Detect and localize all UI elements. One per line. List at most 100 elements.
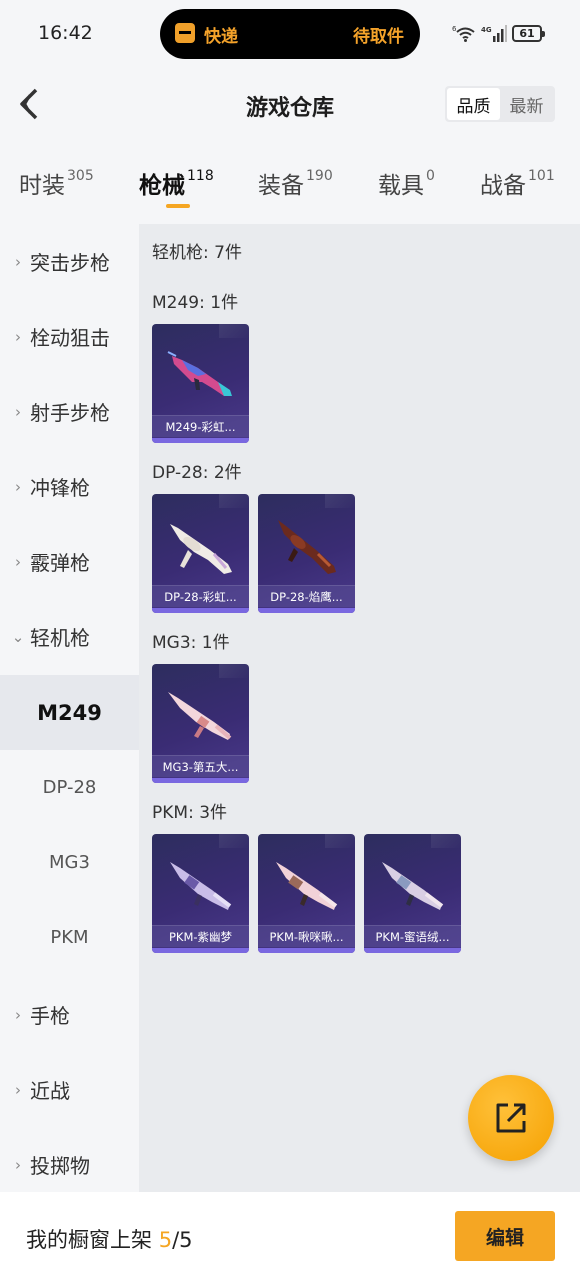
- sidebar-subitem-pkm[interactable]: PKM: [0, 900, 139, 975]
- sidebar-item-label: 投掷物: [30, 1154, 90, 1178]
- dp28-falcon-skin-image: [278, 520, 336, 574]
- group-title: M249: 1件: [152, 293, 239, 313]
- item-name: PKM-啾咪啾...: [258, 925, 355, 947]
- dp28-rainbow-skin-image: [170, 524, 232, 574]
- tab-equipment[interactable]: 装备 190: [258, 166, 333, 200]
- sidebar-item-marksman-rifle[interactable]: › 射手步枪: [0, 374, 139, 449]
- item-card[interactable]: DP-28-彩虹...: [152, 494, 249, 613]
- sidebar-item-smg[interactable]: › 冲锋枪: [0, 449, 139, 524]
- battery-level: 61: [519, 26, 535, 40]
- item-name: PKM-蜜语绒...: [364, 925, 461, 947]
- sidebar-item-label: 手枪: [30, 1004, 70, 1028]
- item-card[interactable]: PKM-啾咪啾...: [258, 834, 355, 953]
- item-name: DP-28-彩虹...: [152, 585, 249, 607]
- edit-button[interactable]: 编辑: [455, 1211, 555, 1261]
- bottom-bar: 我的橱窗上架 5/5 编辑: [0, 1192, 580, 1280]
- chevron-right-icon: ›: [15, 552, 21, 571]
- pkm-purple-skin-image: [170, 862, 232, 910]
- tab-count: 0: [426, 168, 435, 184]
- pkm-sweet-skin-image: [382, 862, 444, 910]
- sidebar-subitem-m249[interactable]: M249: [0, 675, 139, 750]
- share-external-icon: [496, 1103, 526, 1133]
- sidebar-item-label: 冲锋枪: [30, 476, 90, 500]
- showcase-count: 我的橱窗上架 5/5: [26, 1224, 193, 1254]
- tab-label: 枪械: [139, 173, 185, 199]
- m249-rainbow-skin-image: [167, 351, 232, 396]
- network-label: 4G: [481, 26, 492, 34]
- system-icons: 6 4G 61: [452, 20, 545, 46]
- status-bar: 16:42 快递 待取件 6 4G 61: [0, 0, 580, 66]
- sidebar-subitem-mg3[interactable]: MG3: [0, 825, 139, 900]
- sidebar-item-label: 霰弹枪: [30, 551, 90, 575]
- sidebar-item-pistol[interactable]: › 手枪: [0, 977, 139, 1052]
- item-name: MG3-第五大...: [152, 755, 249, 777]
- pkm-pink-skin-image: [276, 862, 338, 910]
- group-title: MG3: 1件: [152, 633, 230, 653]
- category-tabs: 时装 305 枪械 118 装备 190 载具 0 战备 101: [0, 150, 580, 222]
- item-card[interactable]: M249-彩虹...: [152, 324, 249, 443]
- sort-newest-button[interactable]: 最新: [500, 88, 553, 120]
- status-time: 16:42: [38, 22, 93, 44]
- sidebar-item-label: 突击步枪: [30, 251, 110, 275]
- package-icon: [175, 23, 195, 43]
- chevron-right-icon: ›: [15, 1080, 21, 1099]
- sort-toggle: 品质 最新: [445, 86, 555, 122]
- item-card[interactable]: PKM-紫幽梦: [152, 834, 249, 953]
- tab-firearms[interactable]: 枪械 118: [139, 166, 214, 200]
- item-card[interactable]: DP-28-焰鹰...: [258, 494, 355, 613]
- tab-fashion[interactable]: 时装 305: [19, 166, 94, 200]
- showcase-current: 5: [158, 1228, 173, 1252]
- item-name: DP-28-焰鹰...: [258, 585, 355, 607]
- wifi-badge: 6: [452, 25, 457, 33]
- island-courier-label: 快递: [204, 27, 238, 47]
- category-summary: 轻机枪: 7件: [152, 243, 242, 263]
- tab-label: 装备: [258, 173, 304, 199]
- showcase-label: 我的橱窗上架: [26, 1228, 152, 1252]
- sidebar-item-melee[interactable]: › 近战: [0, 1052, 139, 1127]
- battery-icon: 61: [512, 24, 545, 42]
- header: 游戏仓库 品质 最新: [0, 66, 580, 144]
- sidebar-item-throwable[interactable]: › 投掷物: [0, 1127, 139, 1202]
- item-card[interactable]: MG3-第五大...: [152, 664, 249, 783]
- chevron-right-icon: ›: [15, 477, 21, 496]
- chevron-down-icon: ⌄: [11, 627, 25, 646]
- item-name: PKM-紫幽梦: [152, 925, 249, 947]
- group-title: PKM: 3件: [152, 803, 228, 823]
- tab-count: 305: [67, 168, 94, 184]
- chevron-right-icon: ›: [15, 1155, 21, 1174]
- tab-count: 118: [187, 168, 214, 184]
- signal-icon: 4G: [481, 25, 507, 42]
- sidebar-item-label: 近战: [30, 1079, 70, 1103]
- sort-quality-button[interactable]: 品质: [447, 88, 500, 120]
- tab-vehicles[interactable]: 载具 0: [378, 166, 435, 200]
- tab-count: 101: [528, 168, 555, 184]
- mg3-skin-image: [168, 692, 232, 740]
- sidebar-item-label: 栓动狙击: [30, 326, 110, 350]
- chevron-right-icon: ›: [15, 402, 21, 421]
- tab-label: 战备: [480, 173, 526, 199]
- sidebar-item-assault-rifle[interactable]: › 突击步枪: [0, 224, 139, 299]
- tab-supplies[interactable]: 战备 101: [480, 166, 555, 200]
- group-title: DP-28: 2件: [152, 463, 242, 483]
- active-tab-indicator: [166, 204, 190, 208]
- sidebar-item-label: 射手步枪: [30, 401, 110, 425]
- sidebar-item-bolt-sniper[interactable]: › 栓动狙击: [0, 299, 139, 374]
- tab-count: 190: [306, 168, 333, 184]
- tab-label: 时装: [19, 173, 65, 199]
- item-name: M249-彩虹...: [152, 415, 249, 437]
- sidebar-item-label: 轻机枪: [30, 626, 90, 650]
- island-pickup-label: 待取件: [353, 27, 404, 47]
- chevron-right-icon: ›: [15, 327, 21, 346]
- sidebar-item-lmg[interactable]: ⌄ 轻机枪: [0, 599, 139, 674]
- sidebar-subitem-dp28[interactable]: DP-28: [0, 750, 139, 825]
- tab-label: 载具: [378, 173, 424, 199]
- sidebar: › 突击步枪 › 栓动狙击 › 射手步枪 › 冲锋枪 › 霰弹枪 ⌄ 轻机枪 M…: [0, 224, 139, 1192]
- wifi-icon: 6: [452, 25, 475, 42]
- chevron-right-icon: ›: [15, 252, 21, 271]
- sidebar-item-shotgun[interactable]: › 霰弹枪: [0, 524, 139, 599]
- chevron-right-icon: ›: [15, 1005, 21, 1024]
- item-card[interactable]: PKM-蜜语绒...: [364, 834, 461, 953]
- share-button[interactable]: [468, 1075, 554, 1161]
- dynamic-island[interactable]: 快递 待取件: [160, 9, 420, 59]
- showcase-total: /5: [172, 1228, 193, 1252]
